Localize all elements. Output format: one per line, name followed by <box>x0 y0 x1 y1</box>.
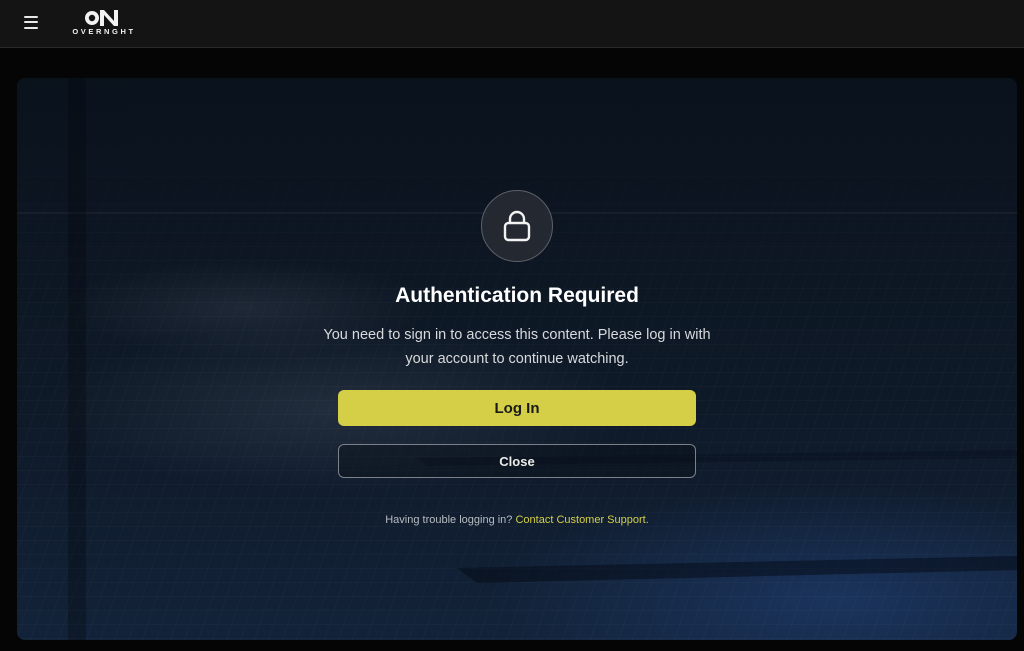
contact-support-link[interactable]: Contact Customer Support <box>515 514 645 526</box>
modal-title: Authentication Required <box>395 284 639 307</box>
brand-logo[interactable]: OVERNGHT <box>68 6 140 38</box>
logo-wordmark: OVERNGHT <box>72 27 136 36</box>
lock-icon <box>481 190 553 262</box>
top-bar: OVERNGHT <box>0 0 1024 48</box>
menu-line <box>24 15 38 18</box>
menu-line <box>24 26 38 29</box>
auth-modal-hero: Authentication Required You need to sign… <box>17 78 1017 640</box>
help-prompt: Having trouble logging in? <box>385 514 513 526</box>
menu-line <box>24 21 38 23</box>
log-in-button[interactable]: Log In <box>338 390 696 426</box>
close-button[interactable]: Close <box>338 444 696 478</box>
logo-mark-icon <box>85 10 118 26</box>
modal-description: You need to sign in to access this conte… <box>323 327 711 367</box>
hamburger-menu-icon[interactable] <box>24 13 42 31</box>
help-period: . <box>645 514 649 526</box>
help-text: Having trouble logging in? Contact Custo… <box>217 514 817 526</box>
